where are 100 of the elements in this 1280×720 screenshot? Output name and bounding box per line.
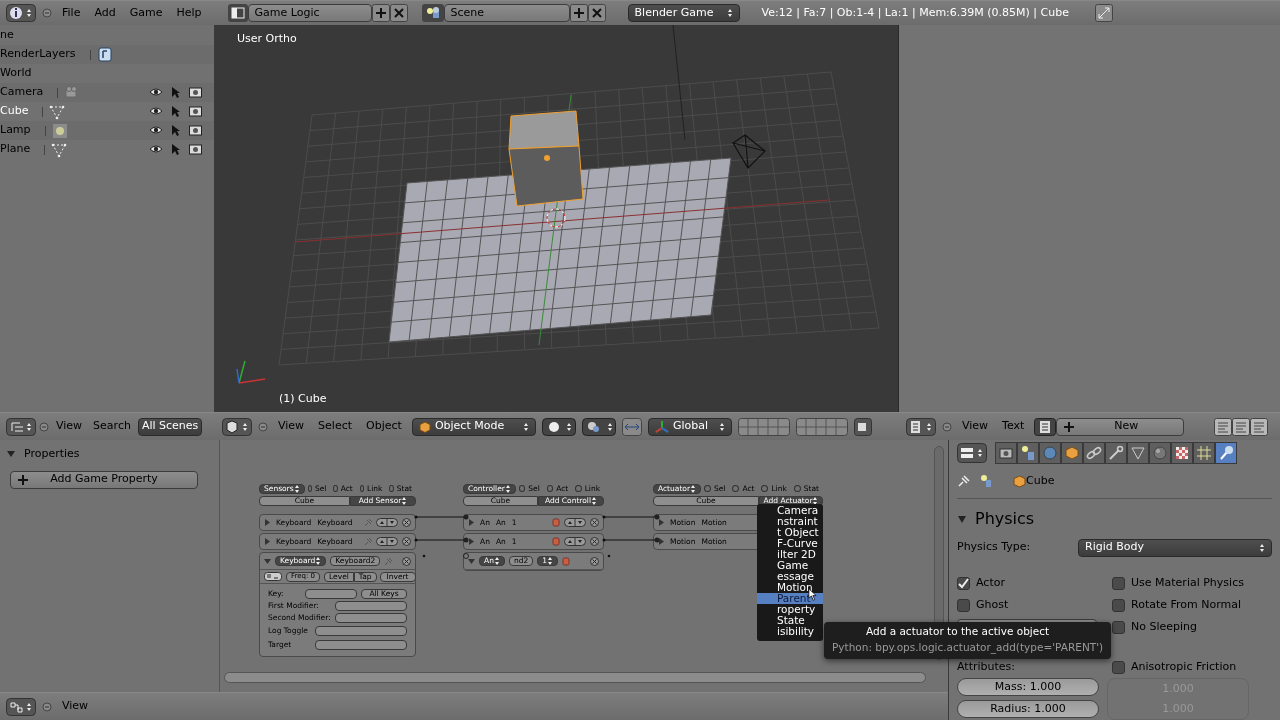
menu-item[interactable]: Add [90,4,120,22]
properties-tab[interactable] [1193,441,1215,464]
editor-type-icon[interactable] [906,417,936,436]
outliner-item[interactable]: ne [0,27,14,44]
properties-tab[interactable] [1083,441,1105,464]
eye-icon[interactable] [149,143,163,155]
eye-icon[interactable] [149,124,163,136]
remove-icon[interactable] [590,556,599,566]
expand-icon[interactable] [468,538,474,545]
menu-item[interactable]: Search [89,418,135,435]
add-icon[interactable] [569,4,588,22]
value-field[interactable] [335,601,407,611]
remove-icon[interactable] [402,556,411,566]
link-line[interactable] [602,514,660,520]
menu-item[interactable]: roperty [757,604,823,615]
menu-item[interactable]: isibility [757,626,823,637]
menu-item[interactable]: View [274,418,309,435]
number-field[interactable]: Mass: 1.000 [957,678,1099,696]
lock-icon[interactable] [853,417,872,436]
disclosure-triangle-icon[interactable] [957,513,967,524]
camera-icon[interactable] [189,143,202,155]
physics-type-dropdown[interactable]: Rigid Body [1078,538,1272,557]
collapse-icon[interactable] [42,701,52,712]
menu-item[interactable]: essage [757,571,823,582]
expand-icon[interactable] [264,538,270,545]
menu-item[interactable]: nstraint [757,516,823,527]
shading-icon[interactable] [541,417,576,436]
menu-item[interactable]: Select [314,418,357,435]
properties-tab[interactable] [1215,441,1237,464]
socket-icon[interactable] [463,553,469,559]
editor-type-icon[interactable] [6,697,36,716]
remove-icon[interactable] [590,537,599,546]
word-wrap-icon[interactable] [1232,417,1251,436]
mode-dropdown[interactable]: Object Mode [411,417,536,436]
outliner-item[interactable]: Cube [0,103,29,120]
link-line[interactable] [602,537,660,543]
checkbox[interactable] [1112,599,1125,612]
outliner-item[interactable]: Lamp [0,122,31,139]
screen-layout-field[interactable]: Game Logic [247,4,372,22]
filter-dropdown[interactable]: All Scenes [137,417,203,436]
scene-icon[interactable] [421,4,444,22]
cursor-icon[interactable] [171,143,181,156]
remove-icon[interactable] [590,518,599,527]
line-numbers-icon[interactable] [1214,417,1233,436]
editor-type-icon[interactable] [222,417,252,436]
properties-tab[interactable] [1149,441,1171,464]
menu-item[interactable]: Motion [757,582,823,593]
expand-icon[interactable] [264,519,270,526]
expand-icon[interactable] [658,538,664,545]
scene-field[interactable]: Scene [443,4,570,22]
collapse-icon[interactable] [942,421,952,432]
outliner-item[interactable]: World [0,65,32,82]
properties-tab[interactable] [1105,441,1127,464]
menu-item[interactable]: State [757,615,823,626]
checkbox[interactable] [1112,660,1125,674]
new-button[interactable]: New [1056,417,1185,436]
menu-item[interactable]: Camera [757,505,823,516]
layers-icon[interactable] [795,417,848,436]
properties-tab[interactable] [1127,441,1149,464]
collapse-icon[interactable] [258,421,268,432]
cursor-icon[interactable] [171,124,181,137]
editor-type-icon[interactable] [6,417,36,436]
menu-item[interactable]: File [58,4,85,22]
scrollbar[interactable] [224,672,926,683]
cursor-icon[interactable] [171,86,181,99]
menu-item[interactable]: Text [998,418,1029,435]
info-icon[interactable] [6,4,36,22]
filter-checkbox[interactable] [389,485,394,492]
camera-icon[interactable] [189,124,202,136]
value-field[interactable] [315,640,407,650]
menu-item[interactable]: ilter 2D [757,549,823,560]
properties-tab[interactable] [1017,441,1039,464]
checkbox[interactable] [1112,577,1125,590]
collapse-arrow-icon[interactable] [468,558,475,564]
close-icon[interactable] [587,4,606,22]
menu-item[interactable]: Parent [757,593,823,604]
menu-item[interactable]: View [958,418,993,435]
close-icon[interactable] [389,4,408,22]
filter-checkbox[interactable] [575,485,582,492]
eye-icon[interactable] [149,105,163,117]
menu-item[interactable]: Game [757,560,823,571]
menu-item[interactable]: Object [362,418,406,435]
link-line[interactable] [414,514,469,520]
collapse-icon[interactable] [42,8,52,18]
outliner-item[interactable]: Camera [0,84,44,101]
properties-tab[interactable] [1061,441,1083,464]
link-line[interactable] [414,537,469,543]
menu-item[interactable]: View [58,698,93,715]
add-property-button[interactable]: Add Game Property [10,470,198,489]
move-arrows-icon[interactable] [564,537,586,546]
move-arrows-icon[interactable] [376,537,398,546]
pin-icon[interactable] [957,474,971,489]
checkbox[interactable] [957,577,970,590]
outliner-item[interactable]: Plane [0,141,31,158]
panel-title[interactable]: Properties [24,446,80,463]
collapse-icon[interactable] [39,421,49,432]
socket-icon[interactable] [422,554,426,558]
menu-item[interactable]: Help [172,4,206,22]
menu-item[interactable]: View [52,418,87,435]
checkbox[interactable] [957,599,970,612]
